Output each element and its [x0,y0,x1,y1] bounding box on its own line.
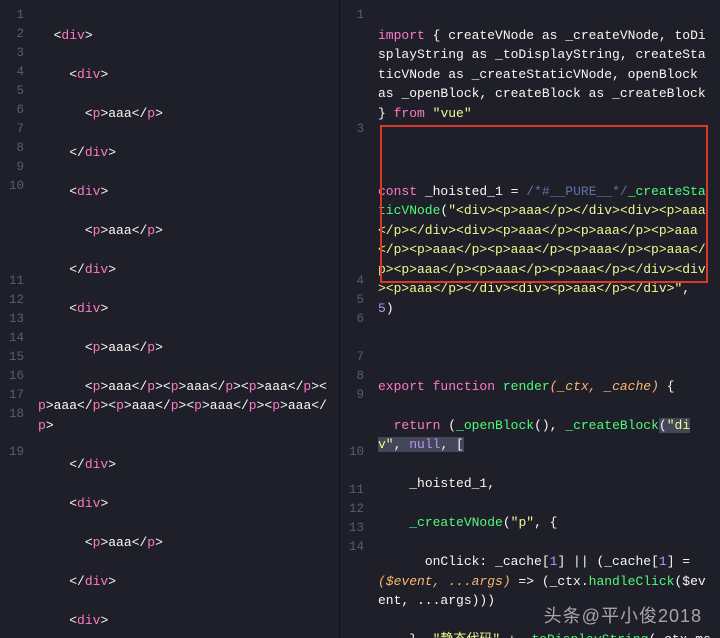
left-editor-pane: 1 2 3 4 5 6 7 8 9 10 11 12 13 14 15 16 1… [0,0,340,638]
left-gutter: 1 2 3 4 5 6 7 8 9 10 11 12 13 14 15 16 1… [0,0,34,638]
right-gutter: 1 3 4 5 6 7 8 9 10 11 12 13 14 [340,0,374,638]
right-editor-pane: 1 3 4 5 6 7 8 9 10 11 12 13 14 import { … [340,0,720,638]
right-code[interactable]: import { createVNode as _createVNode, to… [374,0,720,638]
left-code[interactable]: <div> <div> <p>aaa</p> </div> <div> <p>a… [34,0,339,638]
